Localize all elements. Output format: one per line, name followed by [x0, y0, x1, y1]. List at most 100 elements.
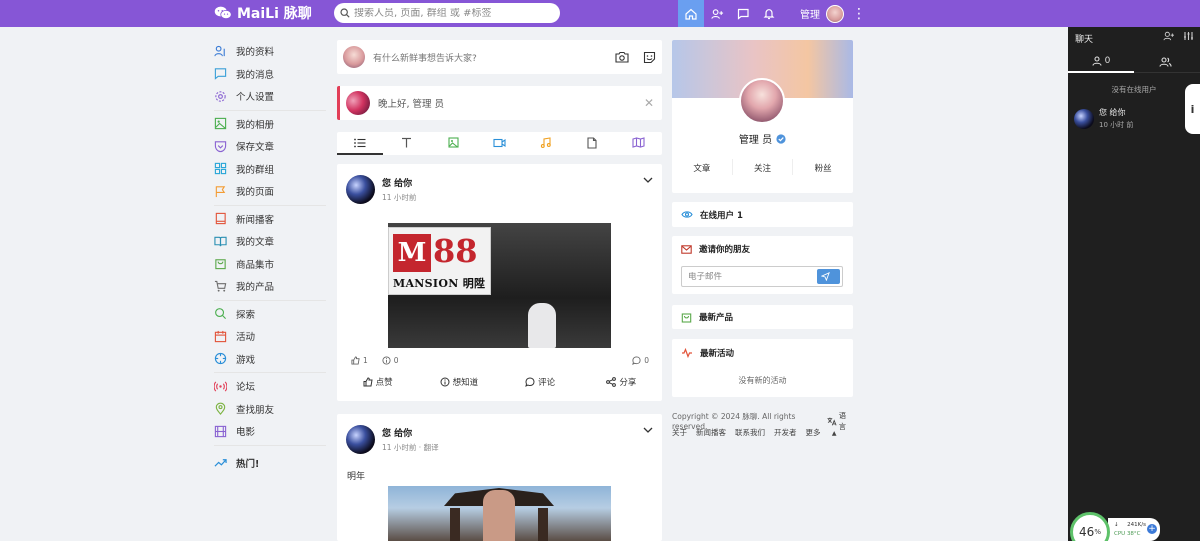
sticker-icon[interactable] — [643, 51, 656, 64]
profile-tab-followers[interactable]: 粉丝 — [793, 162, 853, 175]
tab-text[interactable] — [383, 132, 429, 155]
sidebar-item-events[interactable]: 活动 — [214, 325, 326, 348]
user-plus-icon[interactable] — [1163, 31, 1175, 41]
wonder-button[interactable]: 想知道 — [418, 376, 499, 388]
wechat-icon — [214, 6, 232, 19]
sidebar-item-find-friends[interactable]: 查找朋友 — [214, 398, 326, 421]
sidebar-item-groups[interactable]: 我的群组 — [214, 158, 326, 181]
avatar[interactable] — [826, 4, 844, 23]
chevron-down-icon[interactable] — [643, 426, 653, 434]
tab-photos[interactable] — [430, 132, 476, 155]
post-author[interactable]: 您 给你 — [382, 176, 416, 189]
tab-online-users[interactable]: 0 — [1068, 51, 1134, 73]
camera-icon[interactable] — [615, 51, 629, 63]
sidebar-item-articles[interactable]: 我的文章 — [214, 230, 326, 253]
sidebar-divider — [214, 372, 326, 373]
user-name: 管理 — [800, 10, 820, 21]
footer-link-about[interactable]: 关于 — [672, 427, 687, 438]
search-input[interactable] — [354, 7, 554, 19]
profile-tab-posts[interactable]: 文章 — [672, 162, 732, 175]
footer-link-developers[interactable]: 开发者 — [774, 427, 797, 438]
tab-all[interactable] — [337, 132, 384, 155]
sidebar-item-pages[interactable]: 我的页面 — [214, 180, 326, 203]
comment-button[interactable]: 评论 — [500, 376, 581, 388]
sidebar-item-settings[interactable]: 个人设置 — [214, 85, 326, 108]
latest-products-widget[interactable]: 最新产品 — [672, 305, 853, 329]
sidebar-item-profile[interactable]: 我的资料 — [214, 40, 326, 63]
sidebar-item-news[interactable]: 新闻播客 — [214, 208, 326, 231]
footer-link-contact[interactable]: 联系我们 — [735, 427, 765, 438]
avatar[interactable] — [739, 78, 785, 124]
close-icon[interactable]: ✕ — [644, 96, 654, 110]
invite-email-field[interactable] — [681, 266, 843, 287]
more-label: 更多 — [805, 428, 821, 437]
chat-user-item[interactable]: 您 给你 10 小时 前 — [1074, 107, 1133, 130]
tab-maps[interactable] — [616, 132, 662, 155]
post-image[interactable]: M 88 MANSION 明陞 — [388, 223, 611, 348]
user-plus-icon — [710, 8, 723, 19]
post-composer[interactable]: 有什么新鲜事想告诉大家? — [337, 40, 662, 74]
sidebar-item-forum[interactable]: 论坛 — [214, 375, 326, 398]
avatar[interactable] — [346, 425, 375, 454]
sidebar-item-label: 我的文章 — [236, 237, 275, 249]
footer-link-more[interactable]: 更多 ▲ — [806, 427, 846, 438]
sidebar-item-explore[interactable]: 探索 — [214, 303, 326, 326]
search-box[interactable] — [334, 3, 560, 23]
chevron-down-icon[interactable] — [643, 176, 653, 184]
email-input[interactable] — [688, 271, 816, 282]
post-image[interactable] — [388, 486, 611, 541]
sidebar: 我的资料 我的消息 个人设置 我的相册 保存文章 我的群组 我的页面 新闻播客 … — [214, 40, 326, 474]
sidebar-item-movies[interactable]: 电影 — [214, 420, 326, 443]
like-count[interactable]: 1 — [351, 356, 368, 365]
profile-stats: 文章 关注 粉丝 — [672, 159, 853, 175]
share-button[interactable]: 分享 — [581, 376, 662, 388]
post-time[interactable]: 11 小时前 — [382, 192, 416, 203]
side-info-tab[interactable]: i — [1185, 84, 1200, 134]
image-sign: M 88 MANSION 明陞 — [388, 227, 491, 295]
sidebar-item-market[interactable]: 商品集市 — [214, 253, 326, 276]
plus-icon[interactable]: + — [1147, 524, 1157, 534]
tab-groups[interactable] — [1134, 51, 1200, 73]
online-count: 0 — [1104, 56, 1111, 66]
sidebar-item-games[interactable]: 游戏 — [214, 348, 326, 371]
map-pin-icon — [215, 402, 226, 416]
sidebar-item-trending[interactable]: 热门! — [214, 452, 326, 475]
tab-music[interactable] — [523, 132, 569, 155]
post-time[interactable]: 11 小时前 · 翻译 — [382, 442, 439, 453]
sidebar-item-albums[interactable]: 我的相册 — [214, 113, 326, 136]
profile-tab-following[interactable]: 关注 — [733, 162, 793, 175]
search-icon — [215, 308, 227, 320]
notifications-button[interactable] — [756, 0, 782, 27]
wonder-count[interactable]: 0 — [382, 356, 399, 365]
image-pillar — [450, 508, 460, 541]
more-vertical-icon[interactable]: ⋮ — [852, 7, 866, 21]
sidebar-item-messages[interactable]: 我的消息 — [214, 63, 326, 86]
profile-name[interactable]: 管理 员 — [672, 131, 853, 146]
tab-videos[interactable] — [476, 132, 522, 155]
app-logo[interactable]: MaiLi 脉聊 — [214, 3, 312, 23]
image-pillar — [538, 508, 548, 541]
user-menu[interactable]: 管理 ⋮ — [800, 0, 866, 27]
like-button[interactable]: 点赞 — [337, 376, 418, 388]
avatar[interactable] — [346, 175, 375, 204]
footer-link-news[interactable]: 新闻播客 — [696, 427, 726, 438]
composer-placeholder[interactable]: 有什么新鲜事想告诉大家? — [373, 51, 601, 64]
image-icon — [214, 118, 227, 130]
messages-button[interactable] — [730, 0, 756, 27]
sidebar-item-saved[interactable]: 保存文章 — [214, 135, 326, 158]
comment-count[interactable]: 0 — [632, 356, 649, 365]
arrow-down-icon: ↓ — [1114, 522, 1119, 528]
info-icon: i — [1190, 102, 1195, 116]
cpu-monitor-widget[interactable]: ↓ 241K/s CPU 38°C + 46% — [1070, 512, 1162, 541]
friend-requests-button[interactable] — [704, 0, 730, 27]
tab-files[interactable] — [569, 132, 615, 155]
home-button[interactable] — [678, 0, 704, 27]
post-text: 明年 — [347, 472, 366, 482]
sliders-icon[interactable] — [1183, 31, 1194, 41]
send-invite-button[interactable] — [817, 269, 840, 284]
post-author[interactable]: 您 给你 — [382, 426, 439, 439]
sidebar-item-label: 我的资料 — [236, 47, 275, 59]
latest-activity-label: 最新活动 — [700, 349, 735, 359]
online-users-widget[interactable]: 在线用户 1 — [672, 202, 853, 227]
sidebar-item-products[interactable]: 我的产品 — [214, 275, 326, 298]
